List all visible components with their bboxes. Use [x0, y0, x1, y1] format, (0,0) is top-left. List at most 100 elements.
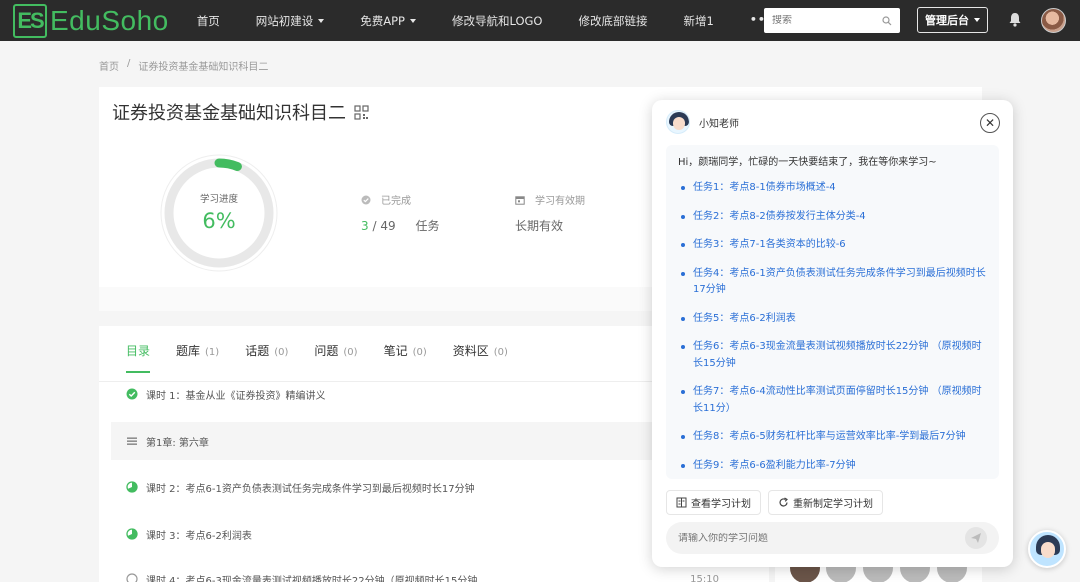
user-avatar[interactable]	[1041, 8, 1066, 33]
admin-dashboard-button[interactable]: 管理后台	[917, 7, 988, 33]
lesson-duration: 15:10	[690, 573, 719, 582]
task-link[interactable]: 任务4：考点6-1资产负债表测试任务完成条件学习到最后视频时长17分钟	[678, 266, 987, 299]
task-link[interactable]: 任务6：考点6-3现金流量表测试视频播放时长22分钟 （原视频时长15分钟	[678, 339, 987, 372]
course-title-text: 证券投资基金基础知识科目二	[112, 103, 346, 124]
tab-label: 资料区	[452, 344, 489, 358]
course-tabs: 目录 题库 (1) 话题 (0) 问题 (0) 笔记 (0) 资料区 (0)	[126, 342, 534, 373]
assistant-launcher-button[interactable]	[1028, 530, 1066, 568]
tab-label: 笔记	[383, 344, 408, 358]
assistant-name: 小知老师	[699, 118, 739, 130]
tab-count: (0)	[343, 347, 358, 358]
tab-label: 目录	[126, 344, 151, 358]
task-link[interactable]: 任务9：考点6-6盈利能力比率-7分钟	[678, 458, 987, 475]
task-link[interactable]: 任务8：考点6-5财务杠杆比率与运营效率比率-学到最后7分钟	[678, 429, 987, 446]
tab-count: (0)	[274, 347, 289, 358]
calendar-icon	[515, 195, 525, 205]
completed-total: / 49	[372, 219, 396, 233]
list-icon	[127, 437, 137, 445]
breadcrumb-home[interactable]: 首页	[99, 58, 119, 73]
close-icon: ✕	[984, 116, 996, 130]
view-plan-button[interactable]: 查看学习计划	[666, 490, 761, 515]
nav-item-edit-nav-logo[interactable]: 修改导航和LOGO	[452, 13, 543, 29]
nav-label: 新增1	[683, 13, 714, 28]
task-link[interactable]: 任务2：考点8-2债券按发行主体分类-4	[678, 209, 987, 226]
assistant-header: 小知老师	[666, 110, 739, 134]
view-plan-label: 查看学习计划	[691, 499, 751, 510]
tab-count: (0)	[493, 347, 508, 358]
caret-down-icon	[409, 18, 416, 23]
lesson-title: 课时 1：基金从业《证券投资》精编讲义	[146, 390, 326, 402]
close-button[interactable]: ✕	[980, 113, 1000, 133]
completed-unit: 任务	[415, 219, 440, 233]
tab-notes[interactable]: 笔记 (0)	[384, 342, 427, 373]
check-circle-icon	[126, 388, 138, 400]
search-box	[764, 8, 900, 33]
nav-label: 免费APP	[360, 13, 405, 28]
validity-value: 长期有效	[515, 219, 564, 233]
task-link[interactable]: 任务3：考点7-1各类资本的比较-6	[678, 237, 987, 254]
study-assistant-panel: 小知老师 ✕ Hi，颜瑞同学，忙碌的一天快要结束了，我在等你来学习~ 任务1：考…	[652, 100, 1013, 567]
progress-label: 学习进度	[199, 194, 238, 205]
edusoho-logo[interactable]: ES EduSoho	[13, 3, 169, 38]
tab-label: 话题	[245, 344, 270, 358]
tab-count: (0)	[412, 347, 427, 358]
logo-mark: ES	[13, 3, 47, 38]
breadcrumb-current: 证券投资基金基础知识科目二	[138, 62, 269, 73]
course-title: 证券投资基金基础知识科目二	[112, 99, 369, 125]
nav-item-edit-footer[interactable]: 修改底部链接	[578, 13, 647, 29]
nav-label: 网站初建设	[255, 13, 314, 28]
assistant-avatar	[666, 110, 690, 134]
tab-questions[interactable]: 问题 (0)	[314, 342, 357, 373]
plan-icon	[676, 497, 687, 508]
lesson-title: 课时 3：考点6-2利润表	[146, 530, 252, 542]
refresh-icon	[779, 497, 788, 507]
send-icon	[971, 533, 981, 543]
nav-label: 修改底部链接	[578, 13, 648, 28]
task-link[interactable]: 任务7：考点6-4流动性比率测试页面停留时长15分钟 （原视频时长11分）	[678, 384, 987, 417]
completed-label: 已完成	[381, 196, 411, 207]
caret-down-icon	[974, 18, 980, 22]
task-link[interactable]: 任务5：考点6-2利润表	[678, 311, 987, 328]
search-input[interactable]	[772, 15, 872, 26]
send-button[interactable]	[965, 527, 987, 549]
top-navbar: ES EduSoho 首页 网站初建设 免费APP 修改导航和LOGO 修改底部…	[0, 0, 1080, 41]
tab-catalog[interactable]: 目录	[126, 342, 151, 373]
nav-item-site-setup[interactable]: 网站初建设	[256, 13, 325, 29]
progress-value: 6%	[202, 209, 236, 233]
breadcrumb: 首页 / 证券投资基金基础知识科目二	[99, 58, 268, 73]
tab-count: (1)	[205, 347, 220, 358]
lesson-title: 课时 2：考点6-1资产负债表测试任务完成条件学习到最后视频时长17分钟	[146, 483, 475, 495]
question-input[interactable]	[678, 532, 938, 544]
nav-item-home[interactable]: 首页	[197, 13, 220, 29]
check-circle-icon	[361, 195, 371, 204]
completed-count: 3 / 49 任务	[361, 217, 439, 234]
main-nav: 首页 网站初建设 免费APP 修改导航和LOGO 修改底部链接 新增1 •••	[197, 13, 774, 29]
nav-item-free-app[interactable]: 免费APP	[360, 13, 416, 29]
half-progress-icon	[126, 481, 138, 493]
tab-topics[interactable]: 话题 (0)	[245, 342, 288, 373]
assistant-message: Hi，颜瑞同学，忙碌的一天快要结束了，我在等你来学习~ 任务1：考点8-1债券市…	[666, 145, 999, 479]
tab-question-bank[interactable]: 题库 (1)	[176, 342, 219, 373]
bell-icon[interactable]	[1008, 12, 1022, 27]
nav-item-new1[interactable]: 新增1	[683, 13, 713, 29]
task-link[interactable]: 任务1：考点8-1债券市场概述-4	[678, 180, 987, 197]
avatar-face	[1041, 542, 1055, 558]
search-icon[interactable]	[882, 15, 892, 26]
task-list: 任务1：考点8-1债券市场概述-4 任务2：考点8-2债券按发行主体分类-4 任…	[678, 180, 987, 474]
remake-plan-label: 重新制定学习计划	[793, 499, 873, 510]
nav-label: 修改导航和LOGO	[451, 13, 543, 28]
half-progress-icon	[126, 528, 138, 540]
avatar-face	[673, 117, 685, 130]
tab-materials[interactable]: 资料区 (0)	[453, 342, 508, 373]
qrcode-icon[interactable]	[354, 104, 369, 120]
lesson-title: 课时 4：考点6-3现金流量表测试视频播放时长22分钟（原视频时长15分钟	[146, 575, 478, 582]
empty-circle-icon	[126, 573, 138, 582]
tab-label: 问题	[314, 344, 339, 358]
chapter-title: 第1章: 第六章	[146, 437, 209, 449]
assistant-greeting: Hi，颜瑞同学，忙碌的一天快要结束了，我在等你来学习~	[678, 157, 937, 168]
validity-label: 学习有效期	[535, 196, 585, 207]
nav-label: 首页	[196, 13, 220, 28]
validity-stat-label: 学习有效期	[515, 192, 585, 207]
logo-text: EduSoho	[50, 4, 169, 36]
remake-plan-button[interactable]: 重新制定学习计划	[768, 490, 883, 515]
